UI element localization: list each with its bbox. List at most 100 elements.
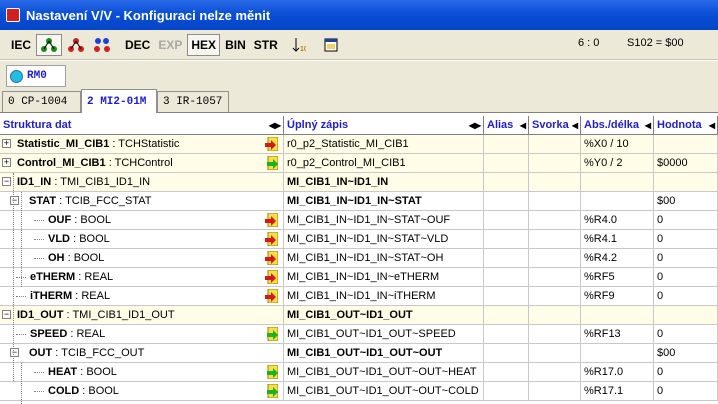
- row-label: Control_MI_CIB1 : TCHControl: [17, 157, 173, 169]
- cell-hodnota[interactable]: [654, 135, 718, 154]
- cell-hodnota[interactable]: 0: [654, 249, 718, 268]
- cell-alias[interactable]: [484, 230, 529, 249]
- cell-svorka[interactable]: [529, 287, 581, 306]
- table-row[interactable]: VLD : BOOL MI_CIB1_IN~ID1_IN~STAT~VLD %R4.…: [0, 230, 718, 249]
- tab-mi2-01m[interactable]: 2 MI2-01M: [81, 89, 157, 113]
- cell-svorka[interactable]: [529, 249, 581, 268]
- cell-hodnota[interactable]: [654, 173, 718, 192]
- cell-zapis: MI_CIB1_IN~ID1_IN~STAT: [284, 192, 484, 211]
- network-green-button[interactable]: [36, 33, 63, 56]
- table-row[interactable]: COLD : BOOL MI_CIB1_OUT~ID1_OUT~OUT~COLD%…: [0, 382, 718, 401]
- title-bar[interactable]: Nastavení V/V - Konfiguraci nelze měnit: [0, 0, 718, 30]
- cell-abs: %R4.1: [581, 230, 654, 249]
- cell-alias[interactable]: [484, 268, 529, 287]
- table-row[interactable]: − ID1_IN : TMI_CIB1_ID1_IN MI_CIB1_IN~ID1_…: [0, 173, 718, 192]
- sort-button[interactable]: 10: [289, 34, 309, 56]
- table-row[interactable]: SPEED : REAL MI_CIB1_OUT~ID1_OUT~SPEED %RF…: [0, 325, 718, 344]
- header-svorka-label: Svorka: [532, 119, 569, 131]
- header-zapis[interactable]: Úplný zápis ◀▶: [284, 116, 484, 135]
- cell-svorka[interactable]: [529, 135, 581, 154]
- cell-svorka[interactable]: [529, 230, 581, 249]
- cell-svorka[interactable]: [529, 211, 581, 230]
- header-hodnota[interactable]: Hodnota ◀: [654, 116, 718, 135]
- table-row[interactable]: − ID1_OUT : TMI_CIB1_ID1_OUT MI_CIB1_OUT~I…: [0, 306, 718, 325]
- cell-hodnota[interactable]: 0: [654, 230, 718, 249]
- tab-cp-1004[interactable]: 0 CP-1004: [2, 91, 81, 112]
- cell-struktura: eTHERM : REAL: [0, 268, 284, 287]
- network-blue-button[interactable]: [90, 34, 114, 56]
- cell-svorka[interactable]: [529, 344, 581, 363]
- cell-hodnota[interactable]: $00: [654, 192, 718, 211]
- row-type: REAL: [76, 328, 106, 340]
- dec-button[interactable]: DEC: [122, 34, 153, 56]
- cell-abs: [581, 173, 654, 192]
- header-svorka[interactable]: Svorka ◀: [529, 116, 581, 135]
- collapse-icon[interactable]: −: [2, 310, 11, 319]
- red-arrow-in-icon: [265, 137, 278, 151]
- cell-zapis: MI_CIB1_OUT~ID1_OUT~OUT~COLD: [284, 382, 484, 401]
- table-row[interactable]: eTHERM : REAL MI_CIB1_IN~ID1_IN~eTHERM %RF…: [0, 268, 718, 287]
- header-alias[interactable]: Alias ◀: [484, 116, 529, 135]
- cell-svorka[interactable]: [529, 306, 581, 325]
- table-row[interactable]: HEAT : BOOL MI_CIB1_OUT~ID1_OUT~OUT~HEAT%…: [0, 363, 718, 382]
- collapse-icon[interactable]: −: [10, 348, 19, 357]
- cell-alias[interactable]: [484, 211, 529, 230]
- cell-svorka[interactable]: [529, 173, 581, 192]
- cell-hodnota[interactable]: $0000: [654, 154, 718, 173]
- cell-svorka[interactable]: [529, 192, 581, 211]
- table-row[interactable]: + Control_MI_CIB1 : TCHControl r0_p2_Contr…: [0, 154, 718, 173]
- cell-svorka[interactable]: [529, 363, 581, 382]
- cell-hodnota[interactable]: 0: [654, 363, 718, 382]
- cell-struktura: OH : BOOL: [0, 249, 284, 268]
- cell-alias[interactable]: [484, 344, 529, 363]
- table-row[interactable]: OH : BOOL MI_CIB1_IN~ID1_IN~STAT~OH %R4.2 0: [0, 249, 718, 268]
- cell-alias[interactable]: [484, 287, 529, 306]
- header-abs[interactable]: Abs./délka ◀: [581, 116, 654, 135]
- expand-icon[interactable]: +: [2, 158, 11, 167]
- cell-abs: %X0 / 10: [581, 135, 654, 154]
- cell-alias[interactable]: [484, 363, 529, 382]
- table-row[interactable]: iTHERM : REAL MI_CIB1_IN~ID1_IN~iTHERM %RF…: [0, 287, 718, 306]
- cell-alias[interactable]: [484, 325, 529, 344]
- cell-hodnota[interactable]: 0: [654, 325, 718, 344]
- window-button[interactable]: [321, 34, 341, 56]
- cell-alias[interactable]: [484, 154, 529, 173]
- cell-alias[interactable]: [484, 135, 529, 154]
- collapse-icon[interactable]: −: [10, 196, 19, 205]
- collapse-icon[interactable]: −: [2, 177, 11, 186]
- cell-alias[interactable]: [484, 306, 529, 325]
- cell-svorka[interactable]: [529, 268, 581, 287]
- rack-tab-rm0[interactable]: RM0: [6, 65, 66, 87]
- cell-alias[interactable]: [484, 192, 529, 211]
- cell-svorka[interactable]: [529, 382, 581, 401]
- hex-button[interactable]: HEX: [187, 33, 221, 56]
- cell-hodnota[interactable]: [654, 306, 718, 325]
- bin-button[interactable]: BIN: [222, 34, 249, 56]
- table-row[interactable]: − STAT : TCIB_FCC_STAT MI_CIB1_IN~ID1_IN~S…: [0, 192, 718, 211]
- network-red-button[interactable]: [64, 34, 88, 56]
- table-row[interactable]: OUF : BOOL MI_CIB1_IN~ID1_IN~STAT~OUF %R4.…: [0, 211, 718, 230]
- cell-hodnota[interactable]: 0: [654, 287, 718, 306]
- table-row[interactable]: − OUT : TCIB_FCC_OUT MI_CIB1_OUT~ID1_OUT~O…: [0, 344, 718, 363]
- iec-button[interactable]: IEC: [8, 34, 34, 56]
- str-button[interactable]: STR: [251, 34, 281, 56]
- cell-alias[interactable]: [484, 249, 529, 268]
- cell-abs: [581, 192, 654, 211]
- row-label: OUF : BOOL: [48, 214, 111, 226]
- cell-svorka[interactable]: [529, 325, 581, 344]
- cell-hodnota[interactable]: $00: [654, 344, 718, 363]
- network-blue-icon: [94, 37, 111, 52]
- expand-icon[interactable]: +: [2, 139, 11, 148]
- cell-hodnota[interactable]: 0: [654, 268, 718, 287]
- cell-hodnota[interactable]: 0: [654, 211, 718, 230]
- row-label: Statistic_MI_CIB1 : TCHStatistic: [17, 138, 180, 150]
- table-row[interactable]: + Statistic_MI_CIB1 : TCHStatistic r0_p2_S…: [0, 135, 718, 154]
- row-label: iTHERM : REAL: [30, 290, 111, 302]
- row-type: REAL: [84, 271, 114, 283]
- cell-hodnota[interactable]: 0: [654, 382, 718, 401]
- cell-alias[interactable]: [484, 382, 529, 401]
- header-struktura[interactable]: Struktura dat ◀▶: [0, 116, 284, 135]
- tab-ir-1057[interactable]: 3 IR-1057: [157, 91, 229, 112]
- cell-alias[interactable]: [484, 173, 529, 192]
- cell-svorka[interactable]: [529, 154, 581, 173]
